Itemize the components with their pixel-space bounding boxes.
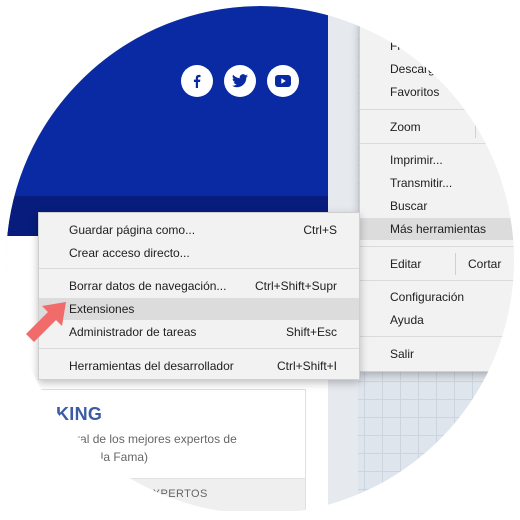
youtube-button[interactable] <box>267 65 299 97</box>
card-line-1: eneral de los mejores expertos de <box>56 432 237 446</box>
submenu-item-shortcut: Shift+Esc <box>285 325 337 339</box>
card-description: eneral de los mejores expertos de de la … <box>56 430 356 466</box>
menu-separator <box>360 280 520 281</box>
menu-item-zoom: Zoom <box>360 116 520 138</box>
menu-item-print[interactable]: Imprimir... <box>360 149 520 171</box>
menu-item-label: Descarg <box>390 62 435 76</box>
submenu-item-task-manager[interactable]: Administrador de tareas Shift+Esc <box>39 321 359 343</box>
twitter-button[interactable] <box>224 65 256 97</box>
card-line-2: de la Fama) <box>84 450 149 464</box>
menu-separator <box>360 246 520 247</box>
submenu-item-label: Extensiones <box>69 302 135 316</box>
menu-item-favorites[interactable]: Favoritos <box>360 81 520 103</box>
menu-separator <box>360 336 520 337</box>
menu-item-label: Transmitir... <box>390 176 453 190</box>
submenu-item-shortcut: Ctrl+S <box>303 223 337 237</box>
submenu-item-label: Administrador de tareas <box>69 325 197 339</box>
card-footer[interactable]: EXPERTOS <box>4 478 305 511</box>
menu-separator <box>360 109 520 110</box>
menu-item-file[interactable]: Fi <box>360 35 520 57</box>
browser-main-menu: Fi Descarg Favoritos Zoom Imprimir... Tr… <box>359 20 520 372</box>
menu-separator <box>360 143 520 144</box>
ranking-card: KING eneral de los mejores expertos de d… <box>3 389 306 511</box>
twitter-icon <box>232 74 248 88</box>
menu-item-label: Favoritos <box>390 85 440 99</box>
facebook-icon <box>193 74 201 88</box>
submenu-item-save-page[interactable]: Guardar página como... Ctrl+S <box>39 219 359 241</box>
cut-button[interactable]: Cortar <box>455 253 520 275</box>
menu-item-exit[interactable]: Salir <box>360 343 520 365</box>
menu-item-label: Imprimir... <box>390 153 443 167</box>
zoom-controls[interactable] <box>475 116 520 138</box>
menu-item-label: Buscar <box>390 199 428 213</box>
more-tools-submenu: Guardar página como... Ctrl+S Crear acce… <box>38 212 360 380</box>
menu-item-label: Editar <box>390 257 422 271</box>
menu-item-label: Fi <box>390 39 400 53</box>
submenu-item-developer-tools[interactable]: Herramientas del desarrollador Ctrl+Shif… <box>39 355 359 377</box>
submenu-item-shortcut: Ctrl+Shift+I <box>276 359 337 373</box>
submenu-item-create-shortcut[interactable]: Crear acceso directo... <box>39 242 359 264</box>
menu-item-find[interactable]: Buscar <box>360 195 520 217</box>
menu-item-more-tools[interactable]: Más herramientas <box>360 218 520 240</box>
submenu-item-clear-browsing-data[interactable]: Borrar datos de navegación... Ctrl+Shift… <box>39 275 359 297</box>
card-footer-label: EXPERTOS <box>145 488 208 500</box>
submenu-item-label: Guardar página como... <box>69 223 196 237</box>
menu-item-help[interactable]: Ayuda <box>360 309 520 331</box>
menu-item-label: Configuración <box>390 290 465 304</box>
facebook-button[interactable] <box>181 65 213 97</box>
menu-item-label: Zoom <box>390 120 421 134</box>
menu-item-cast[interactable]: Transmitir... <box>360 172 520 194</box>
menu-item-label: Salir <box>390 347 415 361</box>
submenu-item-shortcut: Ctrl+Shift+Supr <box>254 279 337 293</box>
menu-item-label: Ayuda <box>390 313 424 327</box>
hero-banner <box>3 3 328 196</box>
menu-item-downloads[interactable]: Descarg <box>360 58 520 80</box>
submenu-separator <box>39 268 359 269</box>
submenu-item-label: Crear acceso directo... <box>69 246 190 260</box>
menu-item-edit: Editar Cortar <box>360 253 520 275</box>
pointer-arrow-icon <box>26 302 66 342</box>
menu-item-settings[interactable]: Configuración <box>360 286 520 308</box>
cut-label: Cortar <box>468 257 502 271</box>
submenu-item-label: Herramientas del desarrollador <box>69 359 234 373</box>
submenu-separator <box>39 348 359 349</box>
youtube-icon <box>275 75 291 87</box>
submenu-item-label: Borrar datos de navegación... <box>69 279 227 293</box>
card-title: KING <box>56 404 103 424</box>
menu-item-label: Más herramientas <box>390 222 487 236</box>
submenu-item-extensions[interactable]: Extensiones <box>39 298 359 320</box>
